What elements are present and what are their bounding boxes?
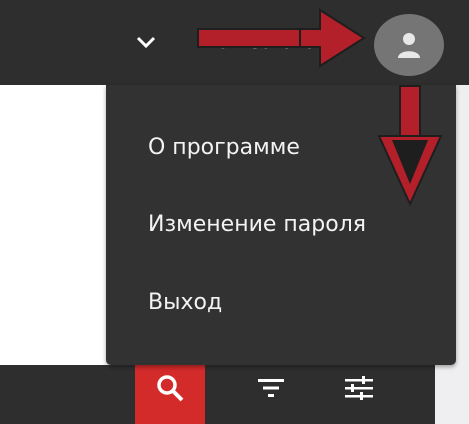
page-content-background [0,85,106,343]
search-icon [157,375,184,402]
settings-sliders-button[interactable] [334,365,384,410]
user-dropdown-menu: О программе Изменение пароля Выход [106,85,456,365]
search-button[interactable] [135,365,205,424]
sliders-icon [345,375,373,400]
filter-button[interactable] [246,365,296,410]
menu-item-about[interactable]: О программе [148,128,300,168]
menu-item-logout[interactable]: Выход [148,283,222,323]
filter-icon [258,378,284,397]
menu-item-change-password[interactable]: Изменение пароля [148,205,366,245]
chevron-down-icon[interactable] [130,28,162,56]
user-avatar-icon [398,33,420,58]
top-app-bar: Пользователь [0,0,469,85]
user-name[interactable]: Пользователь [204,30,354,56]
user-avatar-button[interactable] [374,14,444,76]
